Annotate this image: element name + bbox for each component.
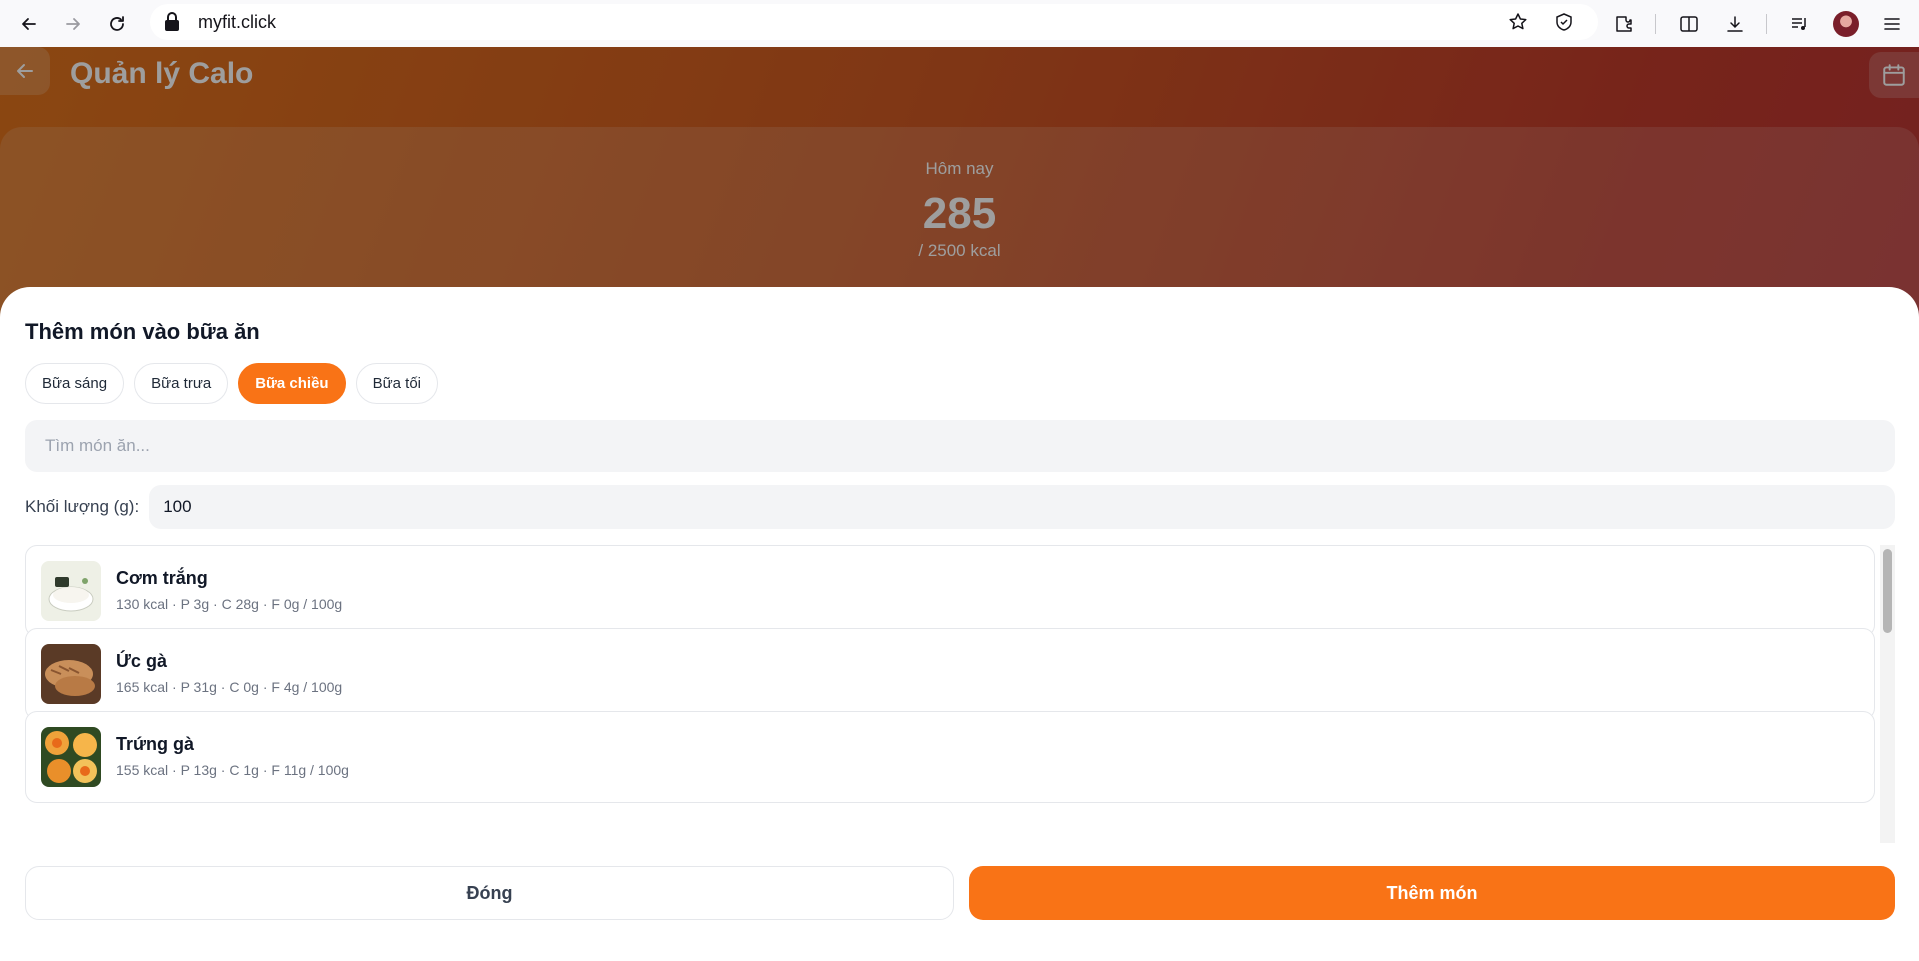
tab-afternoon[interactable]: Bữa chiều <box>238 363 346 404</box>
close-button[interactable]: Đóng <box>25 866 954 920</box>
food-thumbnail <box>41 727 101 787</box>
list-item[interactable]: Cơm trắng 130 kcal · P 3g · C 28g · F 0g… <box>25 545 1875 637</box>
forward-arrow-icon[interactable] <box>58 9 88 39</box>
tab-breakfast[interactable]: Bữa sáng <box>25 363 125 404</box>
weight-label: Khối lượng (g): <box>25 497 140 516</box>
url-bar[interactable]: myfit.click <box>150 4 1598 40</box>
download-icon[interactable] <box>1722 11 1748 37</box>
add-food-button[interactable]: Thêm món <box>969 866 1895 920</box>
back-arrow-icon[interactable] <box>14 9 44 39</box>
list-item[interactable]: Trứng gà 155 kcal · P 13g · C 1g · F 11g… <box>25 711 1875 803</box>
food-nutrition: 130 kcal · P 3g · C 28g · F 0g / 100g <box>116 596 343 612</box>
food-thumbnail <box>41 644 101 704</box>
food-nutrition: 165 kcal · P 31g · C 0g · F 4g / 100g <box>116 679 343 695</box>
media-icon[interactable] <box>1787 11 1813 37</box>
sheet-title: Thêm món vào bữa ăn <box>25 319 260 344</box>
food-thumbnail <box>41 561 101 621</box>
tab-dinner[interactable]: Bữa tối <box>355 363 438 404</box>
toolbar-divider <box>1655 13 1656 34</box>
reload-icon[interactable] <box>102 9 132 39</box>
weight-row: Khối lượng (g): <box>25 485 1895 529</box>
list-item[interactable]: Ức gà 165 kcal · P 31g · C 0g · F 4g / 1… <box>25 628 1875 720</box>
weight-input[interactable] <box>149 485 1895 529</box>
food-search-input[interactable] <box>25 420 1895 472</box>
food-nutrition: 155 kcal · P 13g · C 1g · F 11g / 100g <box>116 762 349 778</box>
food-name: Cơm trắng <box>116 568 208 588</box>
food-name: Ức gà <box>116 651 167 671</box>
star-icon[interactable] <box>1506 10 1530 34</box>
extensions-icon[interactable] <box>1611 11 1637 37</box>
food-name: Trứng gà <box>116 734 195 754</box>
scrollbar-thumb[interactable] <box>1883 549 1892 633</box>
app-viewport: Quản lý Calo Hôm nay 285 / 2500 kcal Thê… <box>0 47 1919 961</box>
food-list-scrollbar[interactable] <box>1880 545 1895 843</box>
food-list: Cơm trắng 130 kcal · P 3g · C 28g · F 0g… <box>25 545 1895 843</box>
url-text: myfit.click <box>198 11 276 32</box>
tab-lunch[interactable]: Bữa trưa <box>134 363 229 404</box>
meal-tabs: Bữa sáng Bữa trưa Bữa chiều Bữa tối <box>25 363 448 404</box>
menu-icon[interactable] <box>1879 11 1905 37</box>
toolbar-divider <box>1766 13 1767 34</box>
browser-toolbar: myfit.click <box>0 0 1919 47</box>
split-view-icon[interactable] <box>1676 11 1702 37</box>
lock-icon <box>164 12 182 32</box>
profile-avatar[interactable] <box>1833 10 1859 37</box>
add-food-sheet: Thêm món vào bữa ăn Bữa sáng Bữa trưa Bữ… <box>0 287 1919 961</box>
shield-icon[interactable] <box>1552 10 1576 34</box>
